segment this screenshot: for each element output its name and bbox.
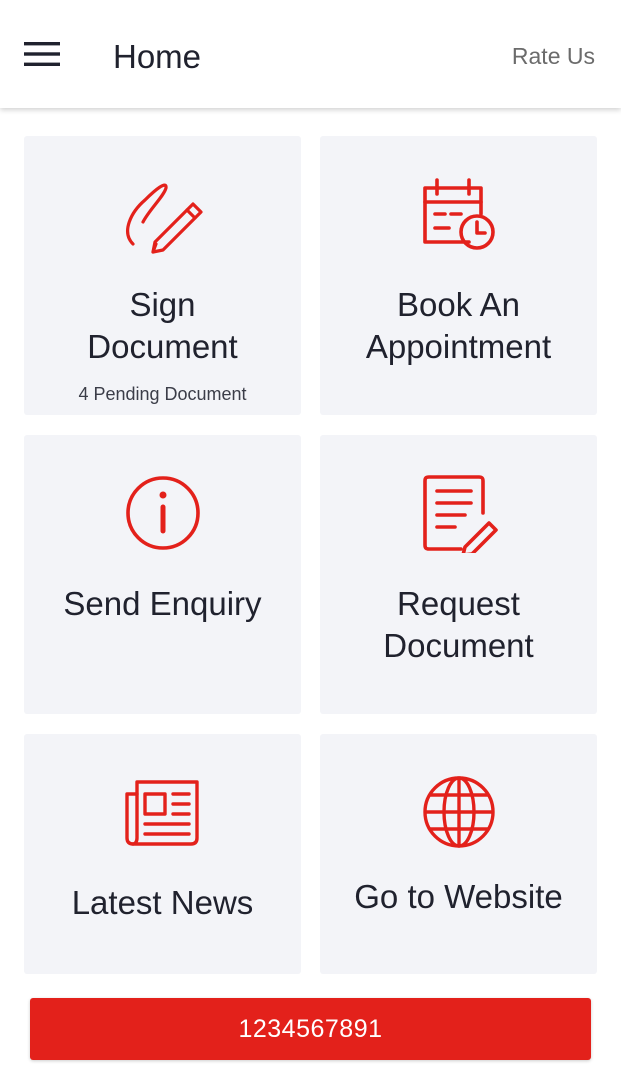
document-edit-icon: [419, 473, 499, 553]
globe-icon: [419, 772, 499, 852]
page-title: Home: [113, 38, 202, 75]
latest-news-tile[interactable]: Latest News: [24, 734, 301, 974]
calendar-clock-icon: [419, 174, 499, 254]
request-document-line1: Request: [397, 585, 520, 622]
send-enquiry-tile[interactable]: Send Enquiry: [24, 435, 301, 714]
pending-document-count: 4 Pending Document: [78, 384, 247, 404]
sign-document-line2: Document: [87, 328, 238, 365]
book-appointment-line1: Book An: [397, 286, 520, 323]
book-appointment-tile[interactable]: Book An Appointment: [320, 136, 597, 415]
sign-document-tile[interactable]: Sign Document 4 Pending Document: [24, 136, 301, 415]
go-to-website-label: Go to Website: [354, 878, 563, 915]
book-appointment-line2: Appointment: [365, 328, 552, 365]
go-to-website-tile[interactable]: Go to Website: [320, 734, 597, 974]
hamburger-menu-icon: [24, 42, 60, 66]
rate-us-button[interactable]: Rate Us: [512, 40, 595, 72]
app-bar: Home Rate Us: [0, 0, 621, 108]
sign-document-line1: Sign: [129, 286, 196, 323]
send-enquiry-label: Send Enquiry: [63, 585, 262, 622]
request-document-line2: Document: [383, 627, 534, 664]
latest-news-label: Latest News: [71, 884, 254, 921]
menu-button[interactable]: [14, 32, 70, 76]
request-document-tile[interactable]: Request Document: [320, 435, 597, 714]
call-phone-button[interactable]: 1234567891: [30, 998, 591, 1060]
newspaper-icon: [123, 772, 203, 852]
info-icon: [123, 473, 203, 553]
signature-pencil-icon: [123, 174, 203, 254]
